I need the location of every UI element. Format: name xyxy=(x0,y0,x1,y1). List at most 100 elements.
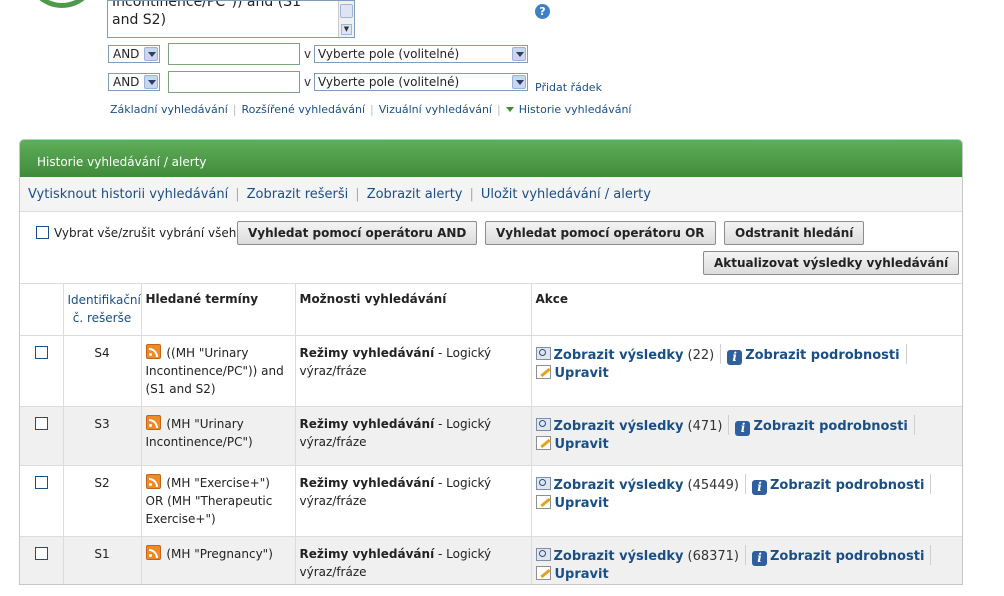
basic-search-link[interactable]: Základní vyhledávání xyxy=(110,103,228,116)
rss-icon[interactable] xyxy=(145,474,161,489)
field-value: Vyberte pole (volitelné) xyxy=(318,75,460,89)
magnifier-icon xyxy=(535,418,551,431)
header-actions: Akce xyxy=(531,284,962,336)
search-or-button[interactable]: Vyhledat pomocí operátoru OR xyxy=(485,221,716,245)
row-terms-cell: (MH "Urinary Incontinence/PC") xyxy=(141,406,296,466)
chevron-down-icon xyxy=(512,47,526,61)
edit-icon xyxy=(535,365,551,379)
search-mode-links: Základní vyhledávání | Rozšířené vyhledává… xyxy=(110,103,631,116)
term-input[interactable] xyxy=(168,43,300,65)
operator-select[interactable]: AND xyxy=(108,73,160,91)
actions-bar: Vybrat vše/zrušit vybrání všeho Vyhledat… xyxy=(20,212,962,284)
query-scrollbar[interactable]: ▼ xyxy=(338,1,354,37)
divider xyxy=(905,344,907,364)
edit-link[interactable]: Upravit xyxy=(555,437,609,452)
result-count: (22) xyxy=(687,348,715,363)
row-terms: (MH "Urinary Incontinence/PC") xyxy=(145,417,253,449)
divider xyxy=(930,545,932,565)
select-all-label: Vybrat vše/zrušit vybrání všeho xyxy=(54,226,244,240)
row-select-cell xyxy=(20,335,64,407)
table-row: S3 (MH "Urinary Incontinence/PC") Režimy… xyxy=(20,406,962,466)
search-and-button[interactable]: Vyhledat pomocí operátoru AND xyxy=(237,221,478,245)
divider xyxy=(720,344,722,364)
show-results-link[interactable]: Zobrazit výsledky xyxy=(554,549,684,564)
row-select-cell xyxy=(20,406,64,466)
print-history-link[interactable]: Vytisknout historii vyhledávání xyxy=(28,187,228,202)
term-input[interactable] xyxy=(168,71,300,93)
edit-icon xyxy=(535,495,551,509)
result-count: (471) xyxy=(687,419,723,434)
show-results-link[interactable]: Zobrazit výsledky xyxy=(554,419,684,434)
field-value: Vyberte pole (volitelné) xyxy=(318,47,460,61)
header-id[interactable]: Identifikační č. rešerše xyxy=(63,284,142,336)
row-checkbox[interactable] xyxy=(34,417,48,430)
table-row: S1 (MH "Pregnancy") Režimy vyhledávání -… xyxy=(20,536,962,584)
row-id: S4 xyxy=(63,335,142,407)
row-checkbox[interactable] xyxy=(34,547,48,560)
search-history-table: Identifikační č. rešerše Hledané termíny… xyxy=(20,284,962,584)
info-icon: i xyxy=(752,551,767,566)
query-textarea[interactable]: Incontinence/PC")) and (S1 and S2) ▼ xyxy=(107,0,355,38)
show-alerts-link[interactable]: Zobrazit alerty xyxy=(367,187,463,202)
row-terms: (MH "Exercise+") OR (MH "Therapeutic Exe… xyxy=(145,476,273,526)
add-row-link[interactable]: Přidat řádek xyxy=(535,81,602,94)
divider xyxy=(728,415,730,435)
info-icon: i xyxy=(735,421,751,436)
show-results-link[interactable]: Zobrazit výsledky xyxy=(554,348,684,363)
edit-link[interactable]: Upravit xyxy=(555,496,609,511)
help-icon[interactable]: ? xyxy=(535,4,550,19)
row-terms-cell: (MH "Exercise+") OR (MH "Therapeutic Exe… xyxy=(141,465,296,537)
in-label: v xyxy=(304,47,312,61)
row-checkbox[interactable] xyxy=(34,476,48,489)
mode-label: Režimy vyhledávání xyxy=(299,547,435,561)
operator-select[interactable]: AND xyxy=(108,45,160,63)
row-checkbox[interactable] xyxy=(34,346,48,359)
magnifier-icon xyxy=(535,477,551,490)
row-id: S1 xyxy=(63,536,142,584)
mode-label: Režimy vyhledávání xyxy=(299,417,435,431)
divider: | xyxy=(370,103,374,116)
scrollbar-thumb[interactable] xyxy=(340,4,353,18)
save-searches-link[interactable]: Uložit vyhledávání / alerty xyxy=(481,187,651,202)
header-options: Možnosti vyhledávání xyxy=(295,284,532,336)
field-select[interactable]: Vyberte pole (volitelné) xyxy=(314,45,528,63)
rss-icon[interactable] xyxy=(145,344,161,359)
rss-icon[interactable] xyxy=(145,415,161,430)
mode-label: Režimy vyhledávání xyxy=(299,346,435,360)
show-details-link[interactable]: Zobrazit podrobnosti xyxy=(770,549,924,564)
scroll-down-arrow-icon[interactable]: ▼ xyxy=(341,24,352,35)
edit-link[interactable]: Upravit xyxy=(555,366,609,381)
visual-search-link[interactable]: Vizuální vyhledávání xyxy=(379,103,492,116)
edit-link[interactable]: Upravit xyxy=(555,567,609,582)
select-all[interactable]: Vybrat vše/zrušit vybrání všeho xyxy=(36,226,244,240)
refresh-results-button[interactable]: Aktualizovat výsledky vyhledávání xyxy=(703,251,960,275)
show-results-link[interactable]: Zobrazit výsledky xyxy=(554,478,684,493)
table-row: S4 ((MH "Urinary Incontinence/PC")) and … xyxy=(20,335,962,407)
divider xyxy=(930,474,932,494)
info-icon: i xyxy=(727,350,743,365)
field-select[interactable]: Vyberte pole (volitelné) xyxy=(314,73,528,91)
advanced-search-link[interactable]: Rozšířené vyhledávání xyxy=(242,103,366,116)
remove-searches-button[interactable]: Odstranit hledání xyxy=(724,221,865,245)
select-all-checkbox[interactable] xyxy=(36,226,49,239)
show-query-link[interactable]: Zobrazit rešerši xyxy=(247,187,349,202)
search-history-link[interactable]: Historie vyhledávání xyxy=(519,103,632,116)
divider xyxy=(913,415,915,435)
mode-label: Režimy vyhledávání xyxy=(299,476,435,490)
operator-value: AND xyxy=(113,47,140,61)
show-details-link[interactable]: Zobrazit podrobnosti xyxy=(770,478,924,493)
show-details-link[interactable]: Zobrazit podrobnosti xyxy=(745,348,899,363)
divider: | xyxy=(497,103,501,116)
show-details-link[interactable]: Zobrazit podrobnosti xyxy=(753,419,907,434)
logo[interactable] xyxy=(26,0,98,8)
row-terms: (MH "Pregnancy") xyxy=(166,547,273,561)
rss-icon[interactable] xyxy=(145,545,161,560)
search-history-panel: Historie vyhledávání / alerty Vytisknout… xyxy=(19,139,963,585)
panel-title: Historie vyhledávání / alerty xyxy=(20,140,962,177)
result-count: (45449) xyxy=(687,478,740,493)
table-header-row: Identifikační č. rešerše Hledané termíny… xyxy=(20,284,962,336)
chevron-down-icon xyxy=(144,75,158,89)
row-options-cell: Režimy vyhledávání - Logický výraz/fráze xyxy=(295,465,532,537)
edit-icon xyxy=(535,566,551,580)
row-terms-cell: (MH "Pregnancy") xyxy=(141,536,296,584)
